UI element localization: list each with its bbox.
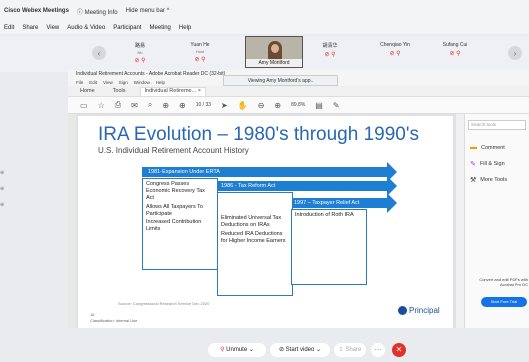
- close-icon: ✕: [395, 345, 403, 354]
- arrow-label-1981: 1981-Expansion Under ERTA: [148, 169, 220, 175]
- email-icon[interactable]: ✉: [131, 101, 138, 110]
- wrench-icon: ⚒: [470, 177, 477, 184]
- tool-icon[interactable]: ⊕: [0, 170, 18, 176]
- page-thumb-icon[interactable]: ▭: [80, 101, 88, 110]
- content-box-1997: Introduction of Roth IRA: [291, 209, 367, 285]
- muted-mic-icon: ⊘ ⚲: [134, 58, 146, 64]
- menu-view[interactable]: View: [103, 80, 113, 85]
- arrow-label-1986: 1986 - Tax Reform Act: [221, 183, 276, 189]
- free-trial-button[interactable]: Start Free Trial: [481, 297, 527, 307]
- chevron-left-icon: ‹: [97, 48, 101, 58]
- principal-logo-icon: [398, 306, 407, 315]
- zoom-out-icon[interactable]: ⊖: [258, 101, 265, 110]
- slide-page-number: 16: [90, 312, 95, 317]
- app-title: Cisco Webex Meetings: [4, 8, 69, 14]
- active-speaker-video[interactable]: Amy Montford: [245, 36, 303, 68]
- bookmark-star-icon[interactable]: ☆: [98, 101, 105, 110]
- hide-menu-bar-button[interactable]: Hide menu bar ^: [126, 8, 170, 14]
- tools-side-panel: Search tools ▬ Comment ✎ Fill & Sign ⚒ M…: [464, 114, 529, 328]
- tool-icon[interactable]: ⊕: [0, 202, 18, 208]
- unmute-button[interactable]: ⚲ Unmute ⌄: [208, 343, 266, 357]
- acrobat-toolbar: ▭ ☆ ⎙ ✉ ⌕ ⊕ ⊕ 10 / 33 ➤ ✋ ⊖ ⊕ 89.8% ▤ ✎: [68, 97, 529, 114]
- muted-mic-icon: ⊘ ⚲: [449, 51, 461, 57]
- chevron-right-icon: ›: [513, 48, 517, 58]
- tool-fill-sign[interactable]: ✎ Fill & Sign: [470, 160, 505, 168]
- menu-meeting[interactable]: Meeting: [150, 25, 171, 31]
- menu-edit[interactable]: Edit: [89, 80, 97, 85]
- muted-mic-icon: ⊘ ⚲: [194, 57, 206, 63]
- comment-icon[interactable]: ▤: [315, 101, 323, 110]
- right-scroll-rail[interactable]: [456, 114, 464, 328]
- start-video-button[interactable]: ⊘ Start video ⌄: [270, 343, 330, 357]
- menu-edit[interactable]: Edit: [4, 25, 14, 31]
- prev-participants-button[interactable]: ‹: [92, 46, 106, 60]
- menu-help[interactable]: Help: [156, 80, 165, 85]
- leave-meeting-button[interactable]: ✕: [392, 343, 406, 357]
- menu-window[interactable]: Window: [134, 80, 150, 85]
- content-box-1986: Eliminated Universal Tax Deductions on I…: [217, 192, 293, 296]
- meeting-info-button[interactable]: ⓘ Meeting Info: [77, 7, 118, 16]
- menu-audio-video[interactable]: Audio & Video: [67, 25, 105, 31]
- pen-icon: ✎: [470, 161, 476, 168]
- menu-file[interactable]: File: [76, 80, 83, 85]
- search-icon[interactable]: ⌕: [148, 100, 152, 110]
- slide-source: Source: Congressional Research Service D…: [118, 301, 210, 306]
- tab-home[interactable]: Home: [76, 88, 99, 96]
- share-icon: ⇪: [338, 347, 344, 353]
- tool-icon[interactable]: ⊕: [0, 186, 18, 192]
- participant-tile[interactable]: Chenqiao Yin ⊘ ⚲: [365, 40, 425, 68]
- pdf-page: IRA Evolution – 1980's through 1990's U.…: [78, 116, 453, 328]
- tool-more-tools[interactable]: ⚒ More Tools: [470, 176, 507, 184]
- menu-view[interactable]: View: [46, 25, 59, 31]
- mic-off-icon: ⚲: [220, 347, 225, 353]
- search-tools-input[interactable]: Search tools: [468, 120, 526, 130]
- tab-tools[interactable]: Tools: [109, 88, 130, 96]
- participant-tile[interactable]: 路易 Nb ⊘ ⚲: [110, 40, 170, 68]
- muted-mic-icon: ⊘ ⚲: [389, 51, 401, 57]
- webex-side-tools: ⊕ ⊕ ⊕: [0, 170, 18, 250]
- select-cursor-icon[interactable]: ➤: [221, 101, 228, 110]
- acrobat-window: Individual Retirement Accounts - Adobe A…: [68, 70, 529, 328]
- print-icon[interactable]: ⎙: [115, 100, 121, 110]
- tool-comment[interactable]: ▬ Comment: [470, 144, 505, 151]
- menu-sign[interactable]: Sign: [119, 80, 128, 85]
- video-name-label: Amy Montford: [246, 59, 302, 67]
- comment-icon: ▬: [470, 144, 477, 151]
- pen-icon[interactable]: ✎: [333, 101, 340, 110]
- webex-menu-bar: Edit Share View Audio & Video Participan…: [0, 22, 529, 34]
- left-panel-toggle[interactable]: [68, 114, 76, 328]
- menu-share[interactable]: Share: [22, 25, 38, 31]
- participant-tile[interactable]: Sufang Cui ⊘ ⚲: [425, 40, 485, 68]
- menu-help[interactable]: Help: [179, 25, 191, 31]
- content-box-1981: Congress Passes Economic Recovery Tax Ac…: [142, 178, 218, 270]
- convert-promo: Convert and edit PDFs with Acrobat Pro D…: [479, 277, 528, 287]
- webex-title-bar: Cisco Webex Meetings ⓘ Meeting Info Hide…: [0, 0, 529, 22]
- page-up-icon[interactable]: ⊕: [162, 101, 169, 110]
- video-off-icon: ⊘: [278, 347, 284, 353]
- page-indicator[interactable]: 10 / 33: [196, 102, 211, 108]
- slide-classification: Classification: Internal Use: [90, 318, 138, 323]
- participant-tile[interactable]: 胡清华 ⊘ ⚲: [300, 40, 360, 68]
- page-down-icon[interactable]: ⊕: [179, 101, 186, 110]
- more-options-button[interactable]: …: [371, 343, 385, 357]
- hand-icon[interactable]: ✋: [238, 101, 248, 110]
- tab-document[interactable]: Individual Retireme... ×: [139, 87, 206, 96]
- arrow-label-1997: 1997 – Taxpayer Relief Act: [294, 200, 360, 206]
- menu-participant[interactable]: Participant: [113, 25, 141, 31]
- zoom-level[interactable]: 89.8%: [291, 102, 305, 108]
- acrobat-tabs: Home Tools Individual Retireme... ×: [68, 86, 529, 97]
- principal-logo: Principal: [398, 306, 440, 315]
- muted-mic-icon: ⊘ ⚲: [324, 52, 336, 58]
- zoom-in-icon[interactable]: ⊕: [274, 101, 281, 110]
- participant-tile[interactable]: Yuan He Host ⊘ ⚲: [170, 40, 230, 68]
- meeting-controls: ⚲ Unmute ⌄ ⊘ Start video ⌄ ⇪ Share … ✕: [0, 338, 529, 362]
- share-button[interactable]: ⇪ Share: [334, 343, 366, 357]
- document-area: IRA Evolution – 1980's through 1990's U.…: [68, 114, 456, 328]
- next-participants-button[interactable]: ›: [508, 46, 522, 60]
- viewing-banner: Viewing Amy Montford's app..: [223, 75, 338, 86]
